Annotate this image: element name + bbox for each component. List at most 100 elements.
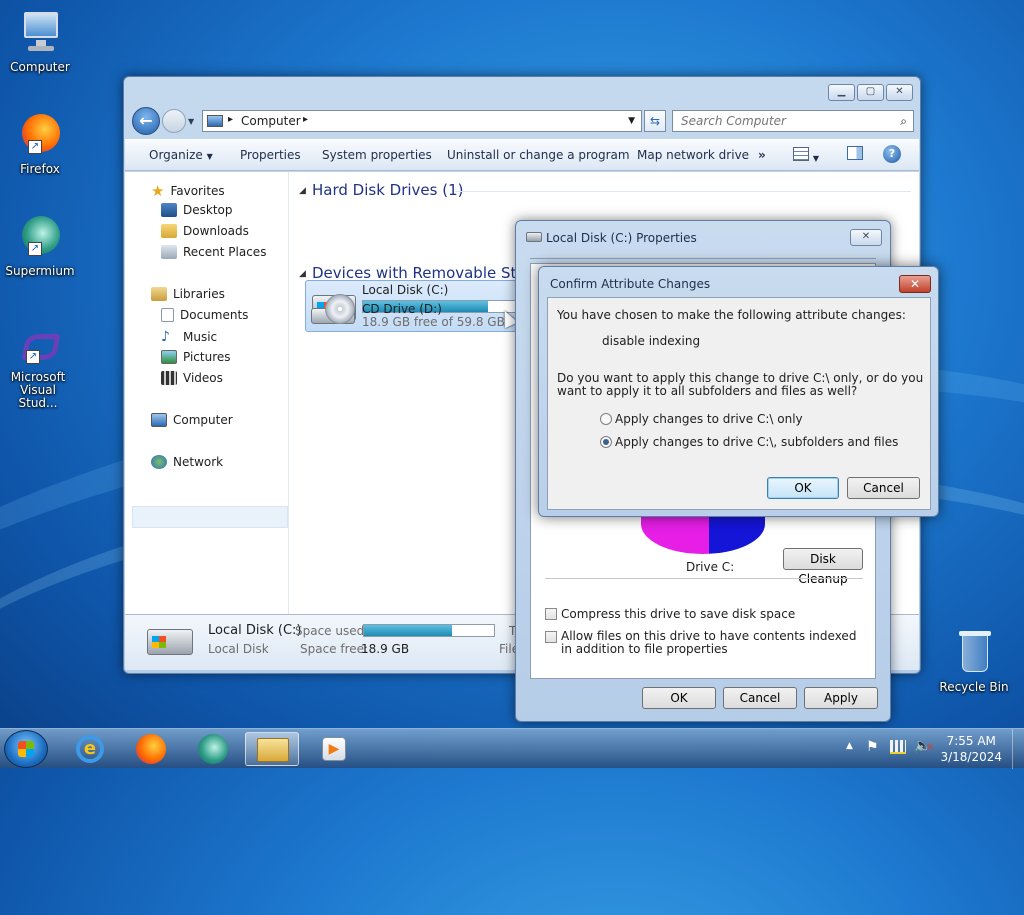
nav-computer[interactable]: Computer: [151, 413, 233, 427]
close-button[interactable]: ✕: [886, 84, 913, 101]
nav-desktop[interactable]: Desktop: [161, 203, 233, 217]
network-tray-icon[interactable]: [890, 740, 906, 754]
taskbar-internet-explorer[interactable]: e: [62, 732, 116, 766]
address-dropdown-icon[interactable]: ▼: [628, 116, 635, 126]
properties-cancel-button[interactable]: Cancel: [723, 687, 797, 709]
breadcrumb-arrow-icon[interactable]: ▸: [228, 114, 233, 125]
details-drive-type: Local Disk: [208, 642, 269, 656]
group-header-hard-disk-drives[interactable]: Hard Disk Drives (1): [312, 181, 463, 199]
space-free-value: 18.9 GB: [361, 642, 410, 656]
index-checkbox[interactable]: [545, 631, 557, 643]
forward-button[interactable]: [162, 109, 186, 133]
nav-music[interactable]: ♪ Music: [161, 329, 217, 345]
change-view-button[interactable]: ▼: [793, 147, 819, 164]
help-icon: ?: [883, 145, 901, 163]
drive-tile-cd-drive[interactable]: CD Drive (D:): [305, 284, 505, 334]
refresh-button[interactable]: ⇆: [644, 110, 666, 132]
taskbar-media-player[interactable]: ▶: [308, 732, 362, 766]
chevron-down-icon: ▼: [206, 152, 213, 161]
taskbar-firefox[interactable]: [124, 732, 178, 766]
confirm-dialog-body: You have chosen to make the following at…: [547, 297, 931, 510]
nav-selection-highlight: [132, 506, 288, 528]
desktop-folder-icon: [161, 203, 177, 217]
desktop-icon-label: Microsoft Visual Stud...: [10, 370, 66, 410]
details-drive-name: Local Disk (C:): [208, 623, 302, 638]
confirm-ok-button[interactable]: OK: [767, 477, 839, 499]
system-properties-button[interactable]: System properties: [322, 148, 432, 162]
apply-drive-only-label[interactable]: Apply changes to drive C:\ only: [615, 412, 803, 426]
address-bar[interactable]: ▸ Computer ▸ ▼: [202, 110, 642, 132]
minimize-button[interactable]: ▁: [828, 84, 855, 101]
collapse-arrow-icon[interactable]: ◢: [299, 269, 306, 279]
downloads-folder-icon: [161, 224, 177, 238]
confirm-question-text: Do you want to apply this change to driv…: [557, 371, 924, 398]
nav-libraries[interactable]: Libraries: [151, 287, 225, 301]
action-center-flag-icon[interactable]: ⚑: [866, 739, 879, 755]
uninstall-program-button[interactable]: Uninstall or change a program: [447, 148, 630, 162]
supermium-icon: [198, 734, 228, 764]
show-desktop-button[interactable]: [1012, 729, 1024, 769]
show-hidden-icons-button[interactable]: ▲: [846, 741, 853, 751]
disk-cleanup-button[interactable]: Disk Cleanup: [783, 548, 863, 586]
navigation-pane: ★ Favorites Desktop Downloads Recent Plac…: [125, 172, 289, 614]
properties-button[interactable]: Properties: [240, 148, 301, 162]
more-commands-button[interactable]: »: [758, 148, 766, 162]
apply-subfolders-radio[interactable]: [600, 436, 612, 448]
disk-usage-pie: [641, 516, 765, 554]
apply-subfolders-label[interactable]: Apply changes to drive C:\, subfolders a…: [615, 435, 898, 449]
confirm-dialog-title: Confirm Attribute Changes: [550, 277, 711, 291]
confirm-cancel-button[interactable]: Cancel: [847, 477, 920, 499]
clock-time: 7:55 AM: [946, 734, 996, 748]
desktop-icon-firefox[interactable]: ↗ Firefox: [2, 112, 78, 176]
compress-checkbox[interactable]: [545, 608, 557, 620]
maximize-button[interactable]: ▢: [857, 84, 884, 101]
map-network-drive-button[interactable]: Map network drive: [637, 148, 749, 162]
navigation-bar: ← ▼ ▸ Computer ▸ ▼ ⇆ ⌕: [132, 107, 914, 137]
back-button[interactable]: ←: [132, 107, 160, 135]
group-divider: [455, 191, 911, 192]
collapse-arrow-icon[interactable]: ◢: [299, 186, 306, 196]
taskbar-supermium[interactable]: [186, 732, 240, 766]
properties-apply-button[interactable]: Apply: [804, 687, 878, 709]
start-button[interactable]: [4, 730, 48, 768]
properties-ok-button[interactable]: OK: [642, 687, 716, 709]
volume-muted-icon[interactable]: 🔈✕: [914, 738, 934, 754]
recent-pages-dropdown[interactable]: ▼: [188, 117, 194, 126]
desktop-icon-label: Computer: [10, 60, 70, 74]
help-button[interactable]: ?: [883, 145, 901, 163]
clock-date: 3/18/2024: [940, 750, 1002, 764]
search-box[interactable]: ⌕: [672, 110, 914, 132]
hard-drive-icon: [147, 629, 193, 655]
group-header-removable-storage[interactable]: Devices with Removable Storag: [312, 264, 517, 282]
desktop-icon-supermium[interactable]: ↗ Supermium: [2, 214, 78, 278]
desktop-icon-recycle-bin[interactable]: Recycle Bin: [936, 630, 1012, 694]
breadcrumb-arrow-icon[interactable]: ▸: [303, 114, 308, 125]
index-label: Allow files on this drive to have conten…: [561, 629, 857, 656]
desktop-icon-computer[interactable]: Computer: [2, 10, 78, 74]
desktop-icon-label: Supermium: [5, 264, 75, 278]
star-icon: ★: [151, 182, 165, 200]
organize-button[interactable]: Organize ▼: [149, 148, 213, 162]
confirm-close-button[interactable]: ✕: [899, 275, 931, 293]
search-input[interactable]: [679, 111, 889, 131]
nav-pictures[interactable]: Pictures: [161, 350, 231, 364]
properties-close-button[interactable]: ✕: [850, 229, 882, 246]
nav-documents[interactable]: Documents: [161, 308, 248, 322]
details-usage-bar: [363, 624, 495, 637]
desktop-icon-visual-studio[interactable]: ↗ Microsoft Visual Stud...: [0, 330, 76, 410]
clock[interactable]: 7:55 AM 3/18/2024: [940, 733, 1002, 765]
preview-pane-button[interactable]: [847, 146, 863, 163]
nav-network[interactable]: Network: [151, 455, 223, 469]
nav-favorites[interactable]: ★ Favorites: [151, 182, 225, 200]
desktop-icon-label: Recycle Bin: [939, 680, 1009, 694]
nav-recent-places[interactable]: Recent Places: [161, 245, 266, 259]
confirm-attribute-dialog[interactable]: Confirm Attribute Changes ✕ You have cho…: [538, 266, 939, 517]
recent-places-icon: [161, 245, 177, 259]
taskbar-windows-explorer[interactable]: [245, 732, 299, 766]
nav-videos[interactable]: Videos: [161, 371, 223, 385]
nav-downloads[interactable]: Downloads: [161, 224, 249, 238]
breadcrumb-computer[interactable]: Computer: [241, 114, 301, 128]
preview-pane-icon: [847, 146, 863, 160]
apply-drive-only-radio[interactable]: [600, 413, 612, 425]
search-icon[interactable]: ⌕: [900, 114, 907, 129]
